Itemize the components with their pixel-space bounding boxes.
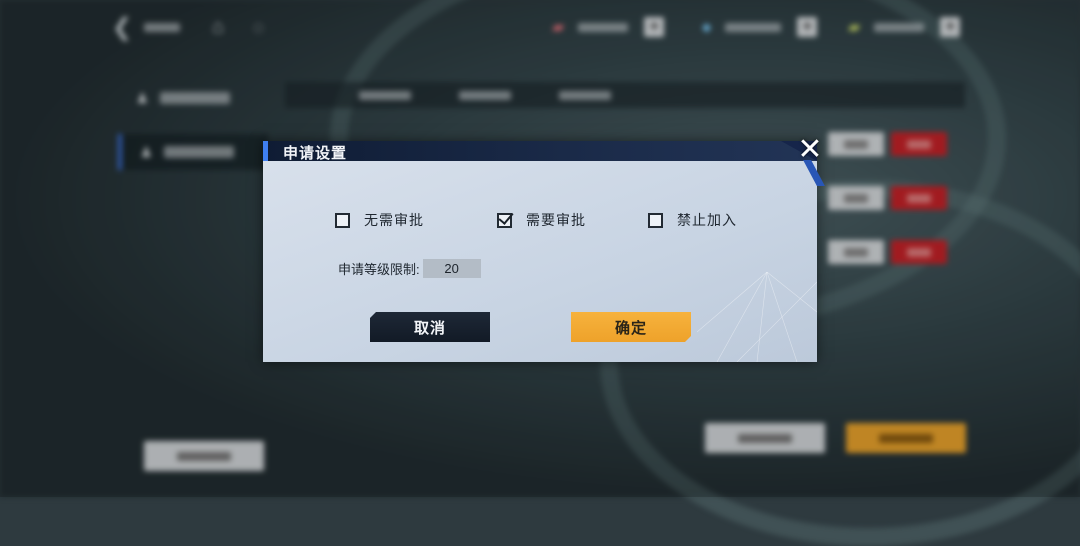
level-limit-label: 申请等级限制:: [338, 261, 420, 277]
checkmark-icon: [498, 208, 514, 225]
close-icon[interactable]: ✕: [796, 135, 824, 165]
checkbox-forbid-join[interactable]: [648, 212, 663, 228]
application-settings-dialog: 申请设置 无需审批 需要审批 禁止加入 申请等级限制: 取消 确定: [263, 141, 817, 362]
option-no-approval[interactable]: 无需审批: [335, 209, 424, 231]
header-accent: [263, 141, 268, 161]
checkbox-no-approval[interactable]: [335, 212, 350, 228]
cancel-button[interactable]: 取消: [370, 312, 490, 342]
option-label: 需要审批: [526, 212, 586, 228]
dialog-header: 申请设置: [263, 141, 817, 162]
checkbox-require-approval[interactable]: [497, 208, 514, 228]
option-label: 无需审批: [364, 212, 424, 228]
option-forbid-join[interactable]: 禁止加入: [648, 209, 737, 231]
level-limit-row: 申请等级限制:: [338, 258, 481, 278]
option-require-approval[interactable]: 需要审批: [497, 208, 586, 231]
option-label: 禁止加入: [677, 212, 737, 228]
confirm-button[interactable]: 确定: [571, 312, 691, 342]
level-limit-input[interactable]: [422, 258, 481, 278]
dialog-title: 申请设置: [283, 145, 348, 162]
decorative-mesh: [697, 272, 817, 362]
